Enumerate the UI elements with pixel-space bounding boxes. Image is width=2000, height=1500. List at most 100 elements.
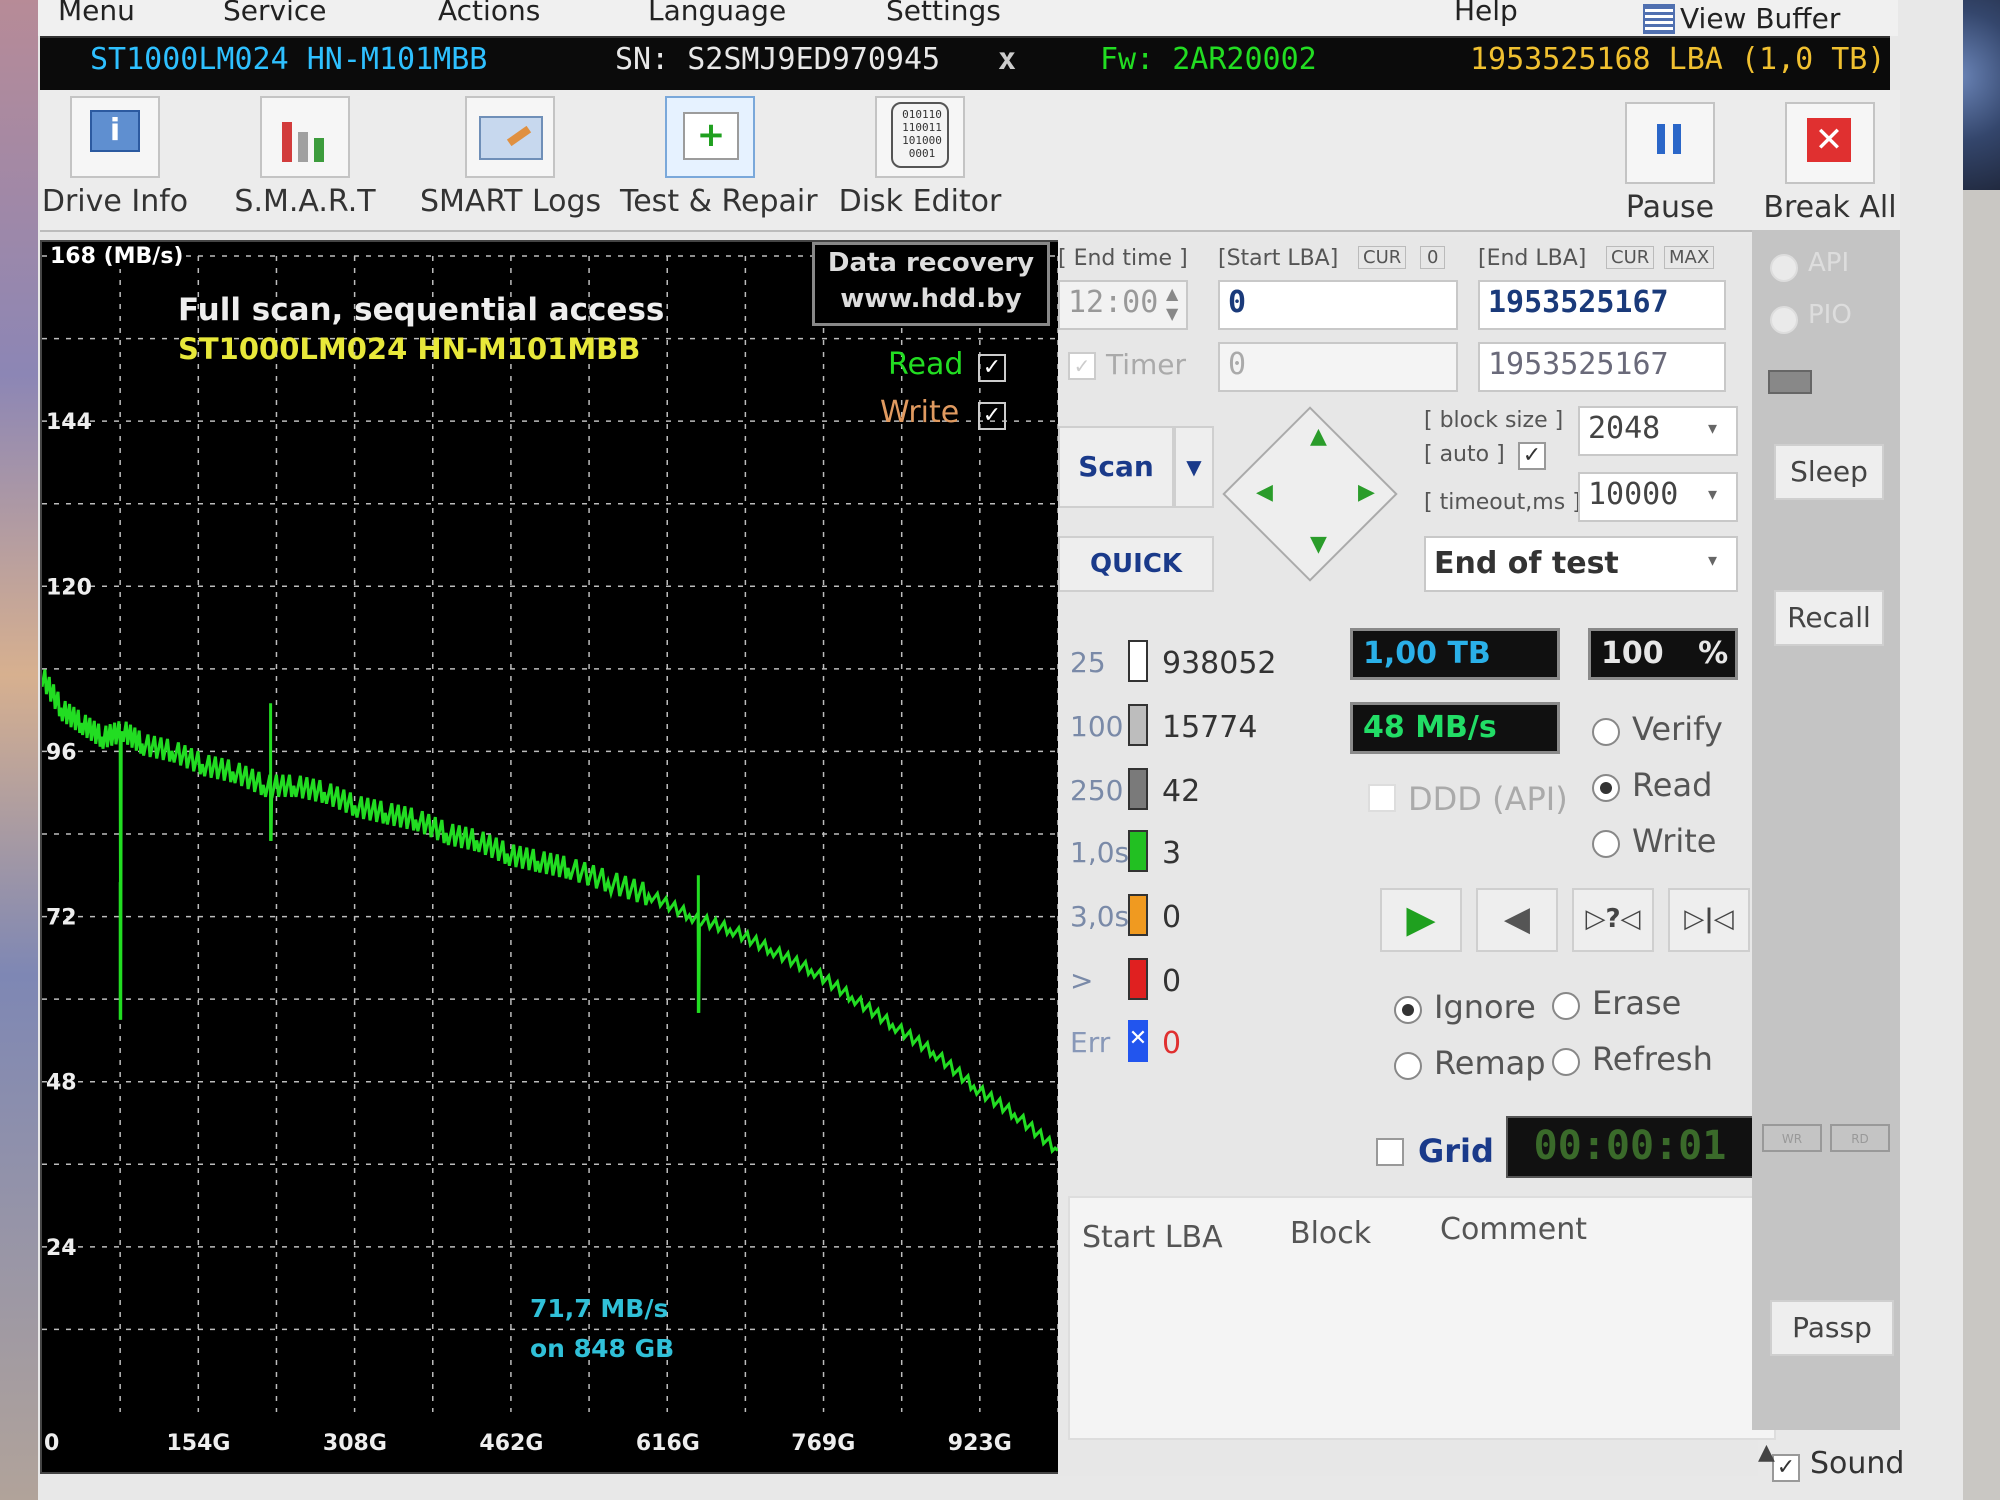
end-lba-secondary-field[interactable]: 1953525167: [1478, 342, 1726, 392]
end-lba-max-button[interactable]: MAX: [1664, 246, 1715, 269]
legend-count: 0: [1162, 900, 1182, 935]
drive-info-button[interactable]: i Drive Info: [40, 90, 190, 230]
background-decoration-left: [0, 0, 38, 1500]
direction-down-icon[interactable]: ▼: [1310, 532, 1327, 557]
test-parameters-panel: [ End time ] 12:00 ▲ ▼ [Start LBA] CUR 0 …: [1058, 236, 1776, 1476]
block-size-label: [ block size ]: [1424, 408, 1564, 433]
passp-button[interactable]: Passp: [1770, 1300, 1894, 1356]
smart-button[interactable]: S.M.A.R.T: [220, 90, 390, 230]
write-legend-checkbox[interactable]: ✓: [978, 402, 1006, 430]
direction-right-icon[interactable]: ▶: [1358, 480, 1375, 505]
erase-radio[interactable]: [1552, 992, 1580, 1020]
start-lba-cur-button[interactable]: CUR: [1358, 246, 1407, 269]
api-label: API: [1808, 248, 1850, 278]
end-lba-field[interactable]: 1953525167: [1478, 280, 1726, 330]
remap-radio[interactable]: [1394, 1052, 1422, 1080]
first-aid-icon: +: [665, 96, 755, 178]
scan-dropdown-icon[interactable]: ▼: [1174, 426, 1214, 508]
progress-percent-display: 100 %: [1588, 628, 1738, 680]
ddd-api-checkbox[interactable]: [1368, 784, 1396, 812]
start-lba-field[interactable]: 0: [1218, 280, 1458, 330]
menu-item-service[interactable]: Service: [223, 0, 326, 27]
chevron-down-icon: ▾: [1708, 484, 1718, 505]
play-icon[interactable]: ▶: [1380, 888, 1462, 952]
y-tick-label: 24: [46, 1236, 77, 1261]
start-lba-label: [Start LBA]: [1218, 246, 1339, 271]
pause-icon: [1625, 102, 1715, 184]
progress-percent-unit: %: [1698, 636, 1729, 671]
seek-butterfly-icon[interactable]: ▷|◁: [1668, 888, 1750, 952]
quick-button[interactable]: QUICK: [1058, 536, 1214, 592]
legend-color-swatch: [1128, 830, 1148, 872]
speed-graph[interactable]: 144 120 96 72 48 24 0 154G 308G 462G 616G 769G 923G …: [40, 240, 1060, 1474]
end-lba-cur-button[interactable]: CUR: [1606, 246, 1655, 269]
direction-up-icon[interactable]: ▲: [1310, 424, 1327, 449]
seek-random-icon[interactable]: ▷?◁: [1572, 888, 1654, 952]
pio-radio[interactable]: [1770, 306, 1798, 334]
test-repair-button[interactable]: + Test & Repair: [620, 90, 818, 230]
drive-capacity: 1953525168 LBA (1,0 TB): [1470, 42, 1886, 77]
port-indicator: [1768, 370, 1812, 394]
column-header-comment[interactable]: Comment: [1440, 1212, 1587, 1247]
drive-firmware: Fw: 2AR20002: [1100, 42, 1317, 77]
legend-label: 25: [1070, 646, 1106, 679]
start-lba-zero-button[interactable]: 0: [1420, 246, 1446, 269]
menu-item-help[interactable]: Help: [1454, 0, 1518, 27]
drive-serial: SN: S2SMJ9ED970945: [615, 42, 941, 77]
erase-label: Erase: [1592, 984, 1682, 1022]
legend-count: 42: [1162, 774, 1201, 809]
auto-label: [ auto ]: [1424, 442, 1505, 467]
pio-label: PIO: [1808, 300, 1852, 330]
x-tick-label: 154G: [166, 1431, 230, 1456]
read-label: Read: [1632, 766, 1713, 804]
watermark-box: Data recovery www.hdd.by: [812, 242, 1050, 326]
sleep-button[interactable]: Sleep: [1774, 444, 1884, 500]
end-action-select[interactable]: End of test: [1424, 536, 1738, 592]
y-tick-label: 72: [46, 906, 77, 931]
legend-color-swatch: [1128, 894, 1148, 936]
read-radio[interactable]: [1592, 774, 1620, 802]
close-drive-button[interactable]: x: [998, 42, 1016, 77]
chevron-up-icon[interactable]: ▲: [1758, 1440, 1775, 1465]
menu-item-settings[interactable]: Settings: [886, 0, 1001, 27]
grid-checkbox[interactable]: [1376, 1138, 1404, 1166]
pause-button[interactable]: Pause: [1600, 90, 1740, 230]
end-time-label: [ End time ]: [1058, 246, 1188, 271]
bad-blocks-table[interactable]: Start LBA Block Comment: [1068, 1196, 1776, 1440]
direction-left-icon[interactable]: ◀: [1256, 480, 1273, 505]
recall-button[interactable]: Recall: [1774, 590, 1884, 646]
rewind-icon[interactable]: ◀: [1476, 888, 1558, 952]
menu-item-menu[interactable]: Menu: [58, 0, 135, 27]
read-speed-line: [42, 669, 1058, 1155]
timer-field[interactable]: 0: [1218, 342, 1458, 392]
watermark-line-1: Data recovery: [827, 248, 1035, 278]
menu-item-actions[interactable]: Actions: [438, 0, 540, 27]
menu-item-language[interactable]: Language: [648, 0, 786, 27]
scan-button[interactable]: Scan: [1058, 426, 1174, 508]
ignore-radio[interactable]: [1394, 996, 1422, 1024]
smart-bars-icon: [260, 96, 350, 178]
disk-editor-button[interactable]: 010110 110011 101000 0001 Disk Editor: [830, 90, 1010, 230]
column-header-block[interactable]: Block: [1290, 1216, 1371, 1251]
auto-checkbox[interactable]: ✓: [1518, 442, 1546, 470]
grid-label: Grid: [1418, 1132, 1494, 1170]
column-header-start-lba[interactable]: Start LBA: [1082, 1220, 1223, 1255]
y-tick-label: 120: [46, 575, 92, 600]
legend-label: 100: [1070, 710, 1124, 743]
write-radio[interactable]: [1592, 830, 1620, 858]
verify-radio[interactable]: [1592, 718, 1620, 746]
break-all-button[interactable]: ✕ Break All: [1760, 90, 1900, 230]
close-icon: ✕: [1785, 102, 1875, 184]
watermark-line-2: www.hdd.by: [840, 284, 1022, 314]
legend-label: Err: [1070, 1026, 1111, 1059]
refresh-label: Refresh: [1592, 1040, 1713, 1078]
scanned-size-display: 1,00 TB: [1350, 628, 1560, 680]
sound-checkbox[interactable]: ✓: [1772, 1454, 1800, 1482]
api-radio[interactable]: [1770, 254, 1798, 282]
smart-logs-button[interactable]: SMART Logs: [420, 90, 601, 230]
refresh-radio[interactable]: [1552, 1048, 1580, 1076]
x-tick-label: 308G: [323, 1431, 387, 1456]
timer-checkbox[interactable]: ✓: [1068, 352, 1096, 380]
read-legend-checkbox[interactable]: ✓: [978, 354, 1006, 382]
spin-arrows-icon[interactable]: ▲ ▼: [1166, 284, 1178, 324]
